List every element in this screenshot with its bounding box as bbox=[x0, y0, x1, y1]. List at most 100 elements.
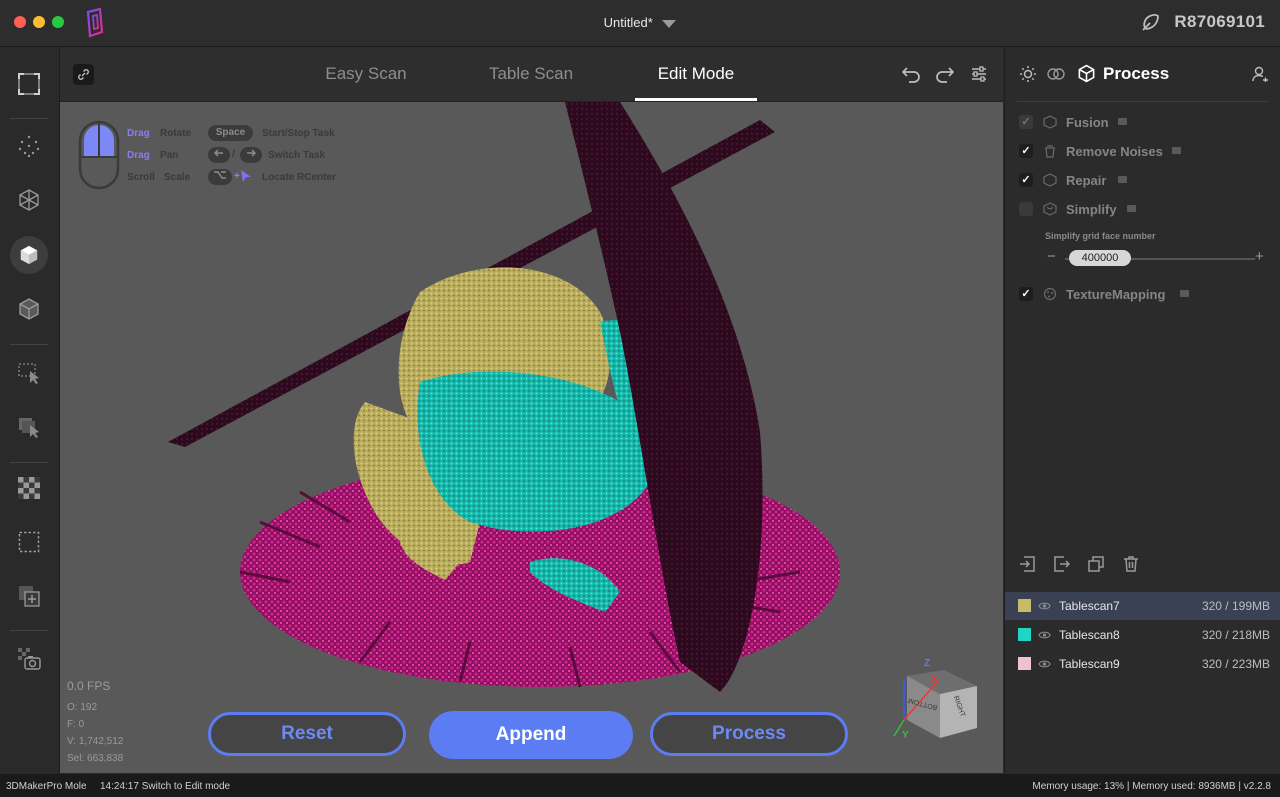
axis-x-label: X bbox=[931, 674, 938, 685]
reset-button[interactable]: Reset bbox=[208, 712, 406, 756]
step-texture-mapping[interactable]: ✓ TextureMapping bbox=[1017, 285, 1267, 305]
comment-icon[interactable] bbox=[1118, 176, 1127, 183]
hint-switch-task: Switch Task bbox=[268, 150, 326, 161]
eye-icon[interactable] bbox=[1038, 658, 1051, 670]
frame-icon bbox=[18, 73, 40, 95]
option-keycap bbox=[208, 169, 232, 185]
clear-selection-button[interactable] bbox=[11, 524, 47, 560]
step-remove-noises[interactable]: ✓ Remove Noises bbox=[1017, 142, 1267, 162]
tab-table-scan[interactable]: Table Scan bbox=[451, 64, 611, 84]
simplify-label: Simplify bbox=[1066, 202, 1117, 217]
fps-readout: 0.0 FPS bbox=[67, 679, 111, 693]
append-button[interactable]: Append bbox=[429, 711, 633, 759]
rect-select-button[interactable] bbox=[11, 355, 47, 391]
redo-icon[interactable] bbox=[935, 65, 955, 83]
simplify-slider-label: Simplify grid face number bbox=[1045, 231, 1156, 241]
settings-sliders-icon[interactable] bbox=[970, 65, 988, 83]
invert-selection-button[interactable] bbox=[11, 470, 47, 506]
remove-noises-checkbox[interactable]: ✓ bbox=[1019, 144, 1033, 158]
document-title-text: Untitled* bbox=[603, 15, 653, 30]
import-icon[interactable] bbox=[1018, 555, 1036, 573]
simplify-slider-value[interactable]: 400000 bbox=[1069, 250, 1131, 266]
3d-viewport[interactable]: Drag Rotate Drag Pan Scroll Scale Space … bbox=[60, 102, 1003, 773]
texture-mapping-checkbox[interactable]: ✓ bbox=[1019, 287, 1033, 301]
scan-list-item[interactable]: Tablescan8 320 / 218MB bbox=[1005, 621, 1280, 649]
fit-view-button[interactable] bbox=[11, 66, 47, 102]
scan-size: 320 / 223MB bbox=[1201, 657, 1270, 671]
toolbar-divider bbox=[10, 630, 48, 631]
align-icon[interactable] bbox=[1047, 65, 1065, 83]
toolbar-divider bbox=[10, 118, 48, 119]
device-connection-icon[interactable] bbox=[1141, 13, 1160, 32]
process-cube-icon[interactable] bbox=[1077, 64, 1096, 83]
repair-checkbox[interactable]: ✓ bbox=[1019, 173, 1033, 187]
remove-noises-icon bbox=[1045, 145, 1055, 158]
scan-list-item[interactable]: Tablescan7 320 / 199MB bbox=[1005, 592, 1280, 620]
step-simplify[interactable]: Simplify bbox=[1017, 200, 1267, 220]
hint-scale: Scale bbox=[164, 172, 191, 183]
export-icon[interactable] bbox=[1053, 555, 1071, 573]
light-icon[interactable] bbox=[1019, 65, 1037, 83]
fusion-icon bbox=[1043, 115, 1057, 129]
decrease-button[interactable]: − bbox=[1047, 248, 1056, 265]
trash-icon[interactable] bbox=[1122, 555, 1140, 573]
comment-icon[interactable] bbox=[1127, 205, 1136, 212]
hint-scroll-key: Scroll bbox=[127, 172, 155, 183]
user-settings-icon[interactable] bbox=[1251, 65, 1269, 83]
rect-select-icon bbox=[18, 363, 39, 384]
orientation-cube[interactable]: Z X Y RIGHT BOTTOM bbox=[882, 658, 982, 748]
scan-name: Tablescan9 bbox=[1059, 657, 1120, 671]
hint-drag-rotate-key: Drag bbox=[127, 128, 150, 139]
camera-icon bbox=[18, 648, 41, 670]
comment-icon[interactable] bbox=[1180, 290, 1189, 297]
snapshot-button[interactable] bbox=[11, 641, 47, 677]
process-button[interactable]: Process bbox=[650, 712, 848, 756]
keycap-separator: / bbox=[232, 149, 235, 160]
tab-easy-scan[interactable]: Easy Scan bbox=[286, 64, 446, 84]
frog-belly-scan bbox=[417, 371, 650, 532]
increase-button[interactable]: + bbox=[1255, 248, 1264, 265]
stat-vertices: V: 1,742,512 bbox=[67, 736, 124, 747]
axis-y-label: Y bbox=[902, 730, 909, 741]
process-panel: Process ✓ Fusion ✓ Remove Noises ✓ Repai… bbox=[1004, 47, 1280, 773]
point-cloud-button[interactable] bbox=[11, 128, 47, 164]
hint-drag-pan-key: Drag bbox=[127, 150, 150, 161]
undo-icon[interactable] bbox=[901, 65, 921, 83]
step-repair[interactable]: ✓ Repair bbox=[1017, 171, 1267, 191]
mouse-icon bbox=[78, 120, 120, 190]
lasso-select-button[interactable] bbox=[11, 409, 47, 445]
panel-title: Process bbox=[1103, 64, 1170, 83]
eye-icon[interactable] bbox=[1038, 600, 1051, 612]
scan-list-actions bbox=[1005, 543, 1280, 579]
comment-icon[interactable] bbox=[1118, 118, 1127, 125]
link-button[interactable] bbox=[73, 64, 94, 85]
tab-edit-mode[interactable]: Edit Mode bbox=[616, 64, 776, 84]
step-fusion[interactable]: ✓ Fusion bbox=[1017, 113, 1267, 133]
arrow-left-icon bbox=[213, 149, 223, 157]
solid-cube-icon bbox=[20, 245, 38, 265]
toolbar-divider bbox=[10, 462, 48, 463]
repair-label: Repair bbox=[1066, 173, 1107, 188]
textured-cube-icon bbox=[19, 298, 39, 320]
fusion-checkbox[interactable]: ✓ bbox=[1019, 115, 1033, 129]
arrow-right-icon bbox=[247, 149, 257, 157]
duplicate-icon[interactable] bbox=[1087, 555, 1105, 573]
status-message: 14:24:17 Switch to Edit mode bbox=[100, 781, 231, 792]
simplify-checkbox[interactable] bbox=[1019, 202, 1033, 216]
chevron-down-icon[interactable] bbox=[662, 19, 677, 28]
eye-icon[interactable] bbox=[1038, 629, 1051, 641]
scan-list-item[interactable]: Tablescan9 320 / 223MB bbox=[1005, 650, 1280, 678]
textured-view-button[interactable] bbox=[11, 291, 47, 327]
link-icon bbox=[78, 69, 89, 80]
comment-icon[interactable] bbox=[1172, 147, 1181, 154]
solid-view-button[interactable] bbox=[10, 236, 48, 274]
scan-name: Tablescan7 bbox=[1059, 599, 1120, 613]
option-key-icon bbox=[214, 171, 226, 179]
add-selection-button[interactable] bbox=[11, 578, 47, 614]
mode-tab-bar: Easy Scan Table Scan Edit Mode bbox=[60, 47, 1003, 102]
document-title[interactable]: Untitled* bbox=[0, 15, 1280, 30]
stat-selected: Sel: 663,838 bbox=[67, 753, 124, 764]
texture-mapping-icon bbox=[1043, 287, 1057, 301]
stat-o: O: 192 bbox=[67, 702, 98, 713]
wireframe-button[interactable] bbox=[11, 182, 47, 218]
